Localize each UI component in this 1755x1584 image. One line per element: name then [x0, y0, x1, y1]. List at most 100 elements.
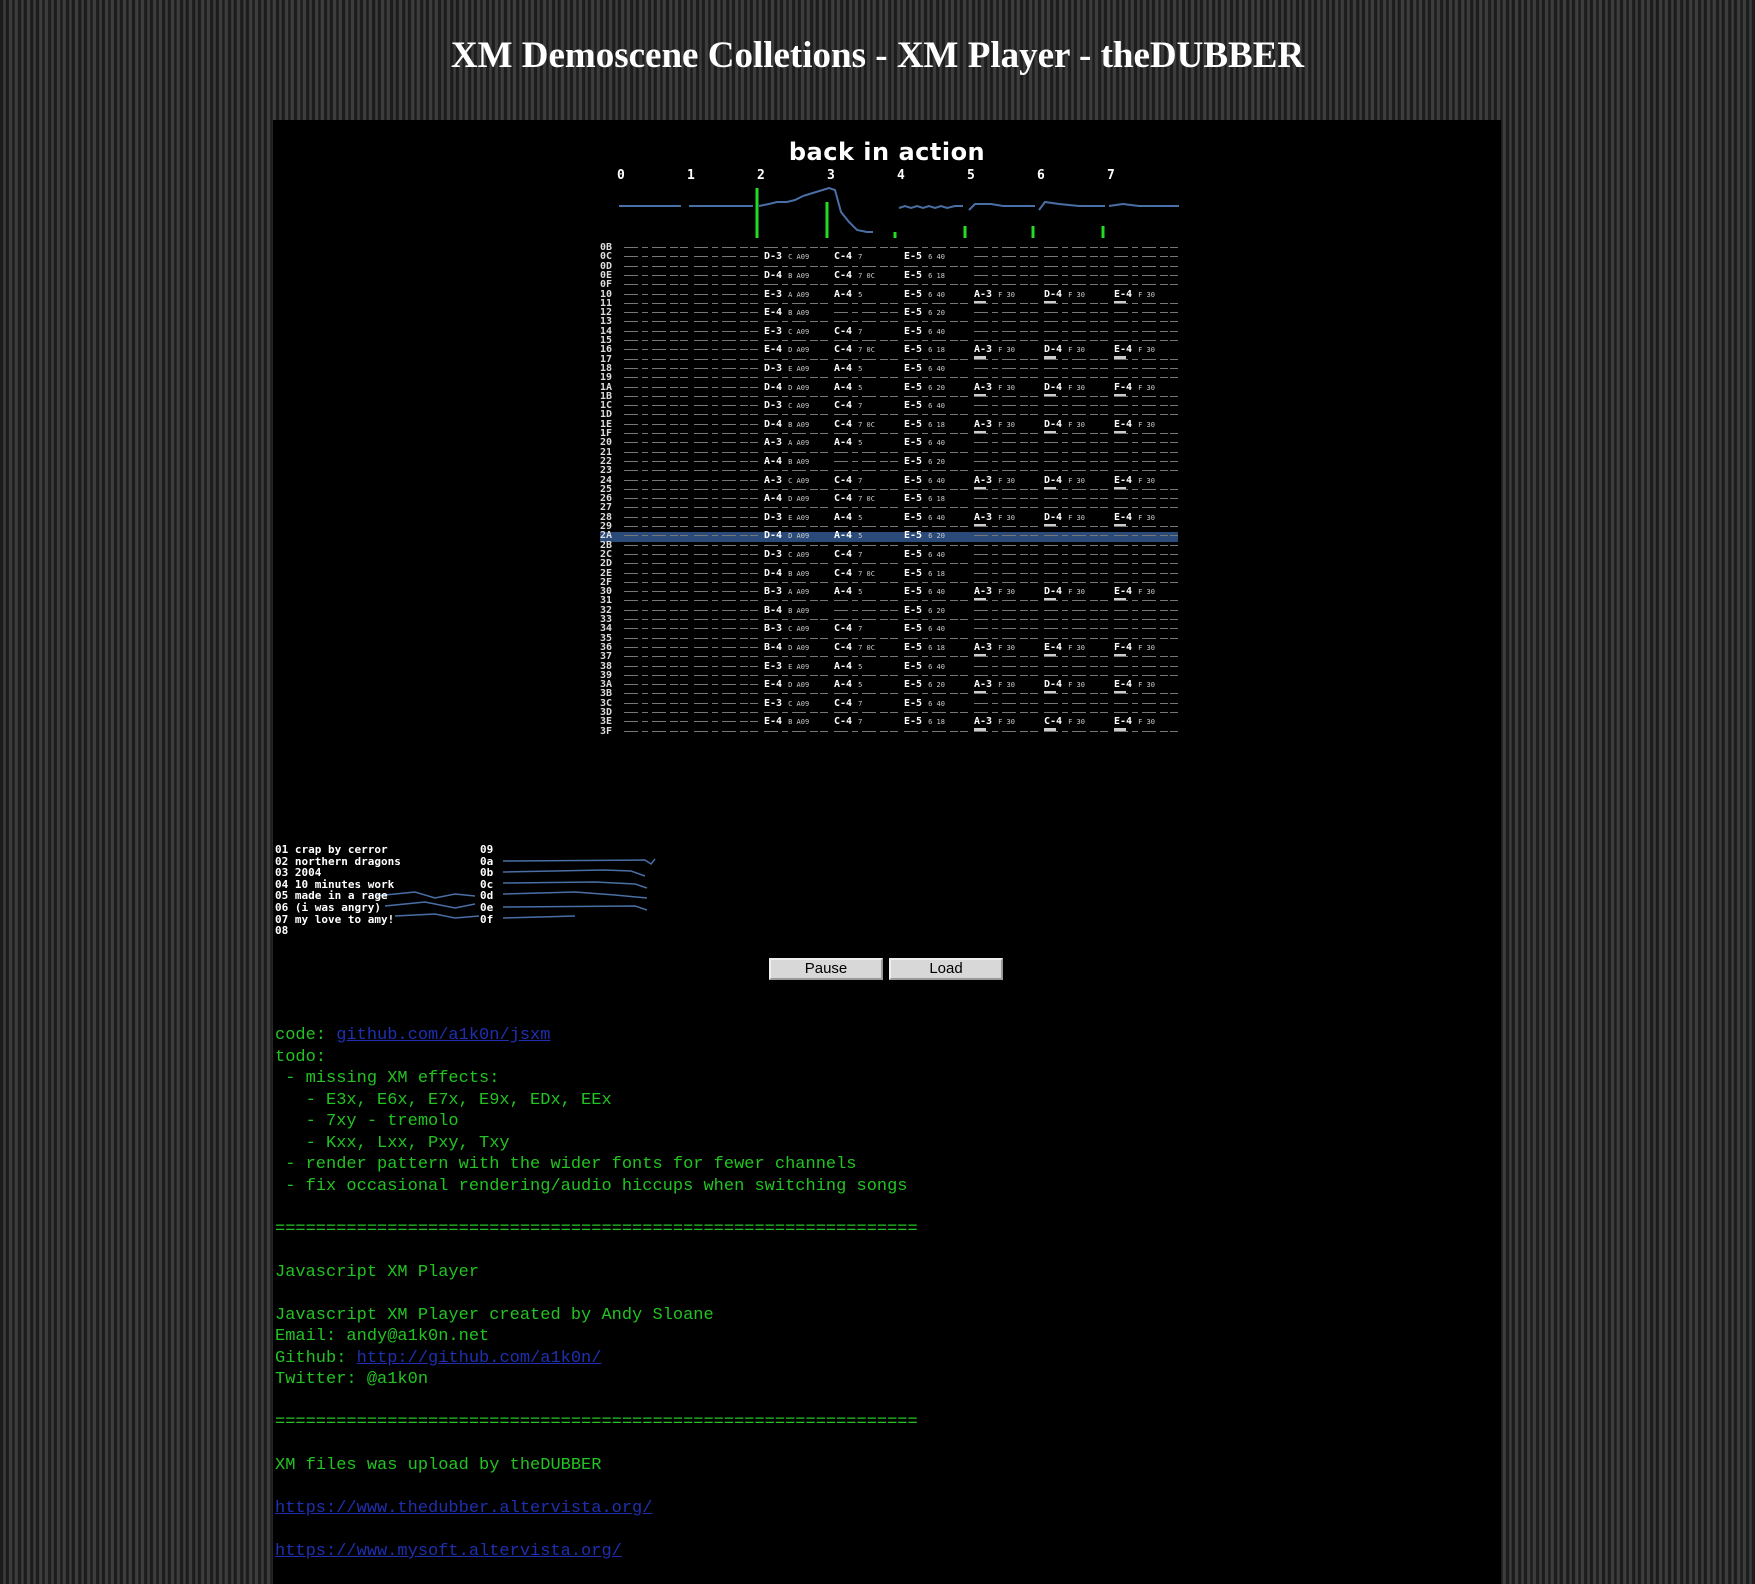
empty-cell [712, 535, 718, 537]
empty-cell [652, 581, 666, 583]
empty-cell [1090, 330, 1098, 332]
empty-cell [890, 656, 898, 658]
empty-cell [1030, 321, 1038, 323]
empty-cell [852, 600, 858, 602]
mysoft-link[interactable]: https://www.mysoft.altervista.org/ [275, 1542, 622, 1561]
empty-cell [1062, 395, 1068, 397]
empty-cell [764, 265, 778, 267]
empty-cell [1132, 581, 1138, 583]
empty-cell [712, 433, 718, 434]
empty-cell [1142, 507, 1156, 509]
empty-cell [1170, 247, 1178, 248]
empty-cell [1114, 572, 1128, 574]
empty-cell [1030, 637, 1038, 639]
empty-cell [1072, 674, 1086, 676]
empty-cell [740, 702, 748, 704]
empty-cell [1020, 628, 1028, 630]
empty-cell [694, 284, 708, 286]
empty-cell [932, 693, 946, 695]
empty-cell [694, 609, 708, 611]
empty-cell [782, 470, 788, 472]
empty-cell [1002, 488, 1016, 490]
empty-cell [834, 656, 848, 658]
empty-cell [1072, 544, 1086, 546]
empty-cell [680, 386, 688, 388]
empty-cell [974, 302, 988, 304]
player-panel: back in action 01234567 0B 0C D-3 C A09 C-4… [273, 120, 1501, 1584]
empty-cell [1020, 609, 1028, 611]
empty-cell [932, 526, 946, 527]
empty-cell [694, 581, 708, 583]
empty-cell [712, 507, 718, 509]
empty-cell [1090, 507, 1098, 509]
empty-cell [834, 321, 848, 323]
empty-cell [1170, 451, 1178, 453]
empty-cell [880, 340, 888, 341]
empty-cell [694, 656, 708, 658]
empty-cell [1020, 340, 1028, 341]
empty-cell [1044, 442, 1058, 444]
empty-cell [624, 367, 638, 369]
empty-cell [880, 581, 888, 583]
empty-cell [852, 414, 858, 416]
empty-cell [904, 637, 918, 639]
empty-cell [722, 293, 736, 295]
empty-cell [1072, 405, 1086, 407]
empty-cell [1020, 442, 1028, 444]
empty-cell [1132, 358, 1138, 360]
empty-cell [1072, 600, 1086, 602]
code-link[interactable]: github.com/a1k0n/jsxm [336, 1026, 550, 1045]
pattern-row: 0F [600, 280, 1178, 291]
empty-cell [792, 395, 806, 397]
empty-cell [960, 358, 968, 360]
empty-cell [1020, 535, 1028, 537]
empty-cell [1090, 395, 1098, 397]
pattern-note: B-3 A A09 [764, 586, 810, 598]
todo-line: todo: [275, 1047, 327, 1067]
pattern-note: E-5 6 40 [904, 325, 945, 337]
empty-cell [1132, 395, 1138, 397]
todo-line: - missing XM effects: [285, 1069, 500, 1088]
empty-cell [1142, 414, 1156, 416]
empty-cell [1044, 581, 1058, 583]
pattern-note: E-3 C A09 [764, 325, 810, 337]
empty-cell [1100, 600, 1108, 602]
empty-cell [624, 619, 638, 620]
empty-cell [834, 414, 848, 416]
empty-cell [1072, 553, 1086, 555]
empty-cell [1160, 321, 1168, 323]
empty-cell [642, 405, 648, 407]
empty-cell [1044, 405, 1058, 407]
empty-cell [722, 312, 736, 314]
empty-cell [680, 265, 688, 267]
pattern-note: A-4 5 [834, 679, 863, 691]
empty-cell [712, 712, 718, 713]
empty-cell [1002, 712, 1016, 713]
load-button[interactable]: Load [889, 958, 1003, 980]
empty-cell [1114, 535, 1128, 537]
empty-cell [642, 247, 648, 248]
empty-cell [852, 377, 858, 379]
empty-cell [722, 572, 736, 574]
pattern-note: E-5 6 40 [904, 623, 945, 635]
empty-cell [922, 414, 928, 416]
empty-cell [652, 460, 666, 462]
empty-cell [1020, 367, 1028, 369]
empty-cell [1100, 730, 1108, 732]
empty-cell [712, 591, 718, 593]
empty-cell [1100, 609, 1108, 611]
empty-cell [992, 581, 998, 583]
empty-cell [1142, 358, 1156, 360]
empty-cell [1020, 265, 1028, 267]
empty-cell [1044, 284, 1058, 286]
empty-cell [652, 712, 666, 713]
thedubber-link[interactable]: https://www.thedubber.altervista.org/ [275, 1499, 652, 1518]
github-link[interactable]: http://github.com/a1k0n/ [357, 1349, 602, 1368]
empty-cell [1114, 600, 1128, 602]
empty-cell [862, 302, 876, 304]
empty-cell [712, 637, 718, 639]
pause-button[interactable]: Pause [769, 958, 883, 980]
song-title: back in action [788, 138, 986, 166]
empty-cell [810, 674, 818, 676]
empty-cell [852, 284, 858, 286]
